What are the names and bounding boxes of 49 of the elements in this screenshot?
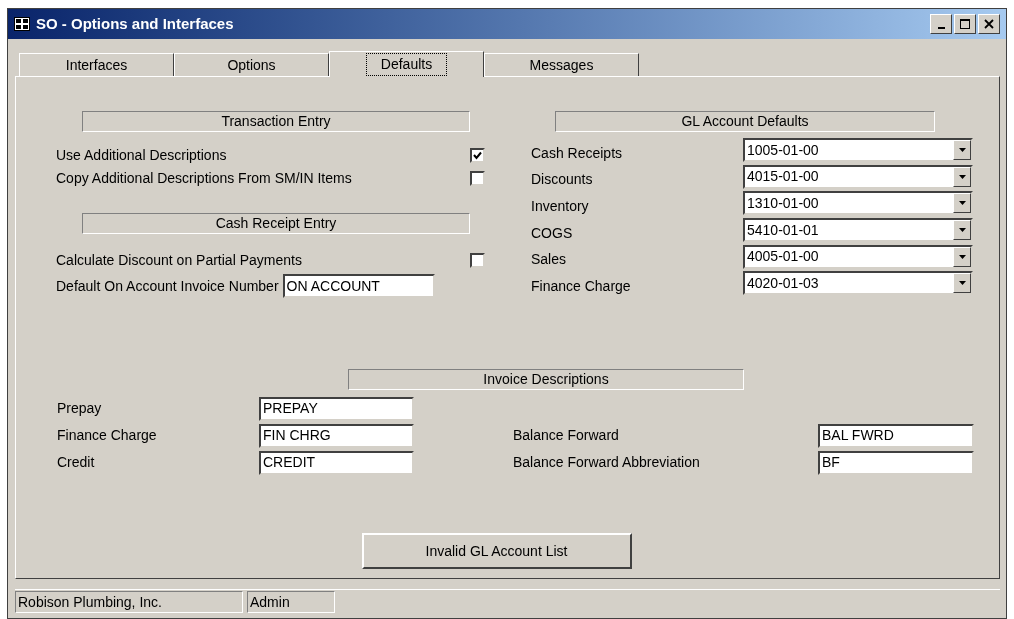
text-field[interactable]: ON ACCOUNT — [282, 274, 435, 298]
field-label: Finance Charge — [57, 426, 158, 445]
field-label: Credit — [57, 453, 96, 472]
tab[interactable]: Interfaces — [19, 53, 174, 76]
account-dropdown[interactable]: 4020-01-03 — [743, 271, 973, 296]
app-icon — [14, 17, 30, 31]
minimize-icon — [937, 26, 945, 29]
account-dropdown[interactable]: 5410-01-01 — [743, 218, 973, 243]
status-pane: Admin — [247, 591, 335, 613]
field-label: Cash Receipts — [531, 143, 624, 163]
checkbox[interactable] — [470, 171, 485, 186]
tab[interactable]: Messages — [484, 53, 639, 76]
minimize-button[interactable] — [930, 14, 952, 34]
account-dropdown[interactable]: 4005-01-00 — [743, 244, 973, 269]
maximize-button[interactable] — [954, 14, 976, 34]
invalid-gl-account-list-button[interactable]: Invalid GL Account List — [361, 533, 632, 569]
field-label: Inventory — [531, 197, 590, 216]
window-title: SO - Options and Interfaces — [36, 13, 234, 34]
text-field[interactable]: BAL FWRD — [818, 423, 974, 448]
field-label: Sales — [531, 250, 568, 270]
status-pane: Robison Plumbing, Inc. — [15, 591, 243, 613]
option-label: Copy Additional Descriptions From SM/IN Items — [56, 169, 352, 188]
field-label: Balance Forward Abbreviation — [513, 453, 701, 472]
close-icon — [984, 19, 994, 29]
maximize-icon — [960, 19, 970, 29]
field-label: Default On Account Invoice Number — [56, 276, 279, 296]
text-field[interactable]: CREDIT — [259, 450, 414, 475]
account-dropdown[interactable]: 1310-01-00 — [743, 191, 973, 216]
field-label: Prepay — [57, 399, 103, 418]
section-heading: Transaction Entry — [82, 111, 470, 132]
field-label: Discounts — [531, 170, 594, 190]
section-heading: Invoice Descriptions — [348, 369, 744, 390]
checkbox[interactable] — [470, 148, 485, 163]
option-label: Calculate Discount on Partial Payments — [56, 251, 302, 270]
section-heading: GL Account Defaults — [555, 111, 935, 132]
field-label: Balance Forward — [513, 426, 620, 445]
account-dropdown[interactable]: 4015-01-00 — [743, 164, 973, 189]
tab[interactable]: Options — [174, 53, 329, 76]
account-dropdown[interactable]: 1005-01-00 — [743, 138, 973, 163]
checkbox[interactable] — [470, 253, 485, 268]
close-button[interactable] — [978, 14, 1000, 34]
text-field[interactable]: FIN CHRG — [259, 423, 414, 448]
text-field[interactable]: PREPAY — [259, 396, 414, 421]
field-label: Finance Charge — [531, 276, 632, 296]
field-label: COGS — [531, 223, 574, 243]
option-label: Use Additional Descriptions — [56, 146, 227, 165]
text-field[interactable]: BF — [818, 450, 974, 475]
section-heading: Cash Receipt Entry — [82, 213, 470, 234]
tab[interactable]: Defaults — [329, 51, 484, 77]
